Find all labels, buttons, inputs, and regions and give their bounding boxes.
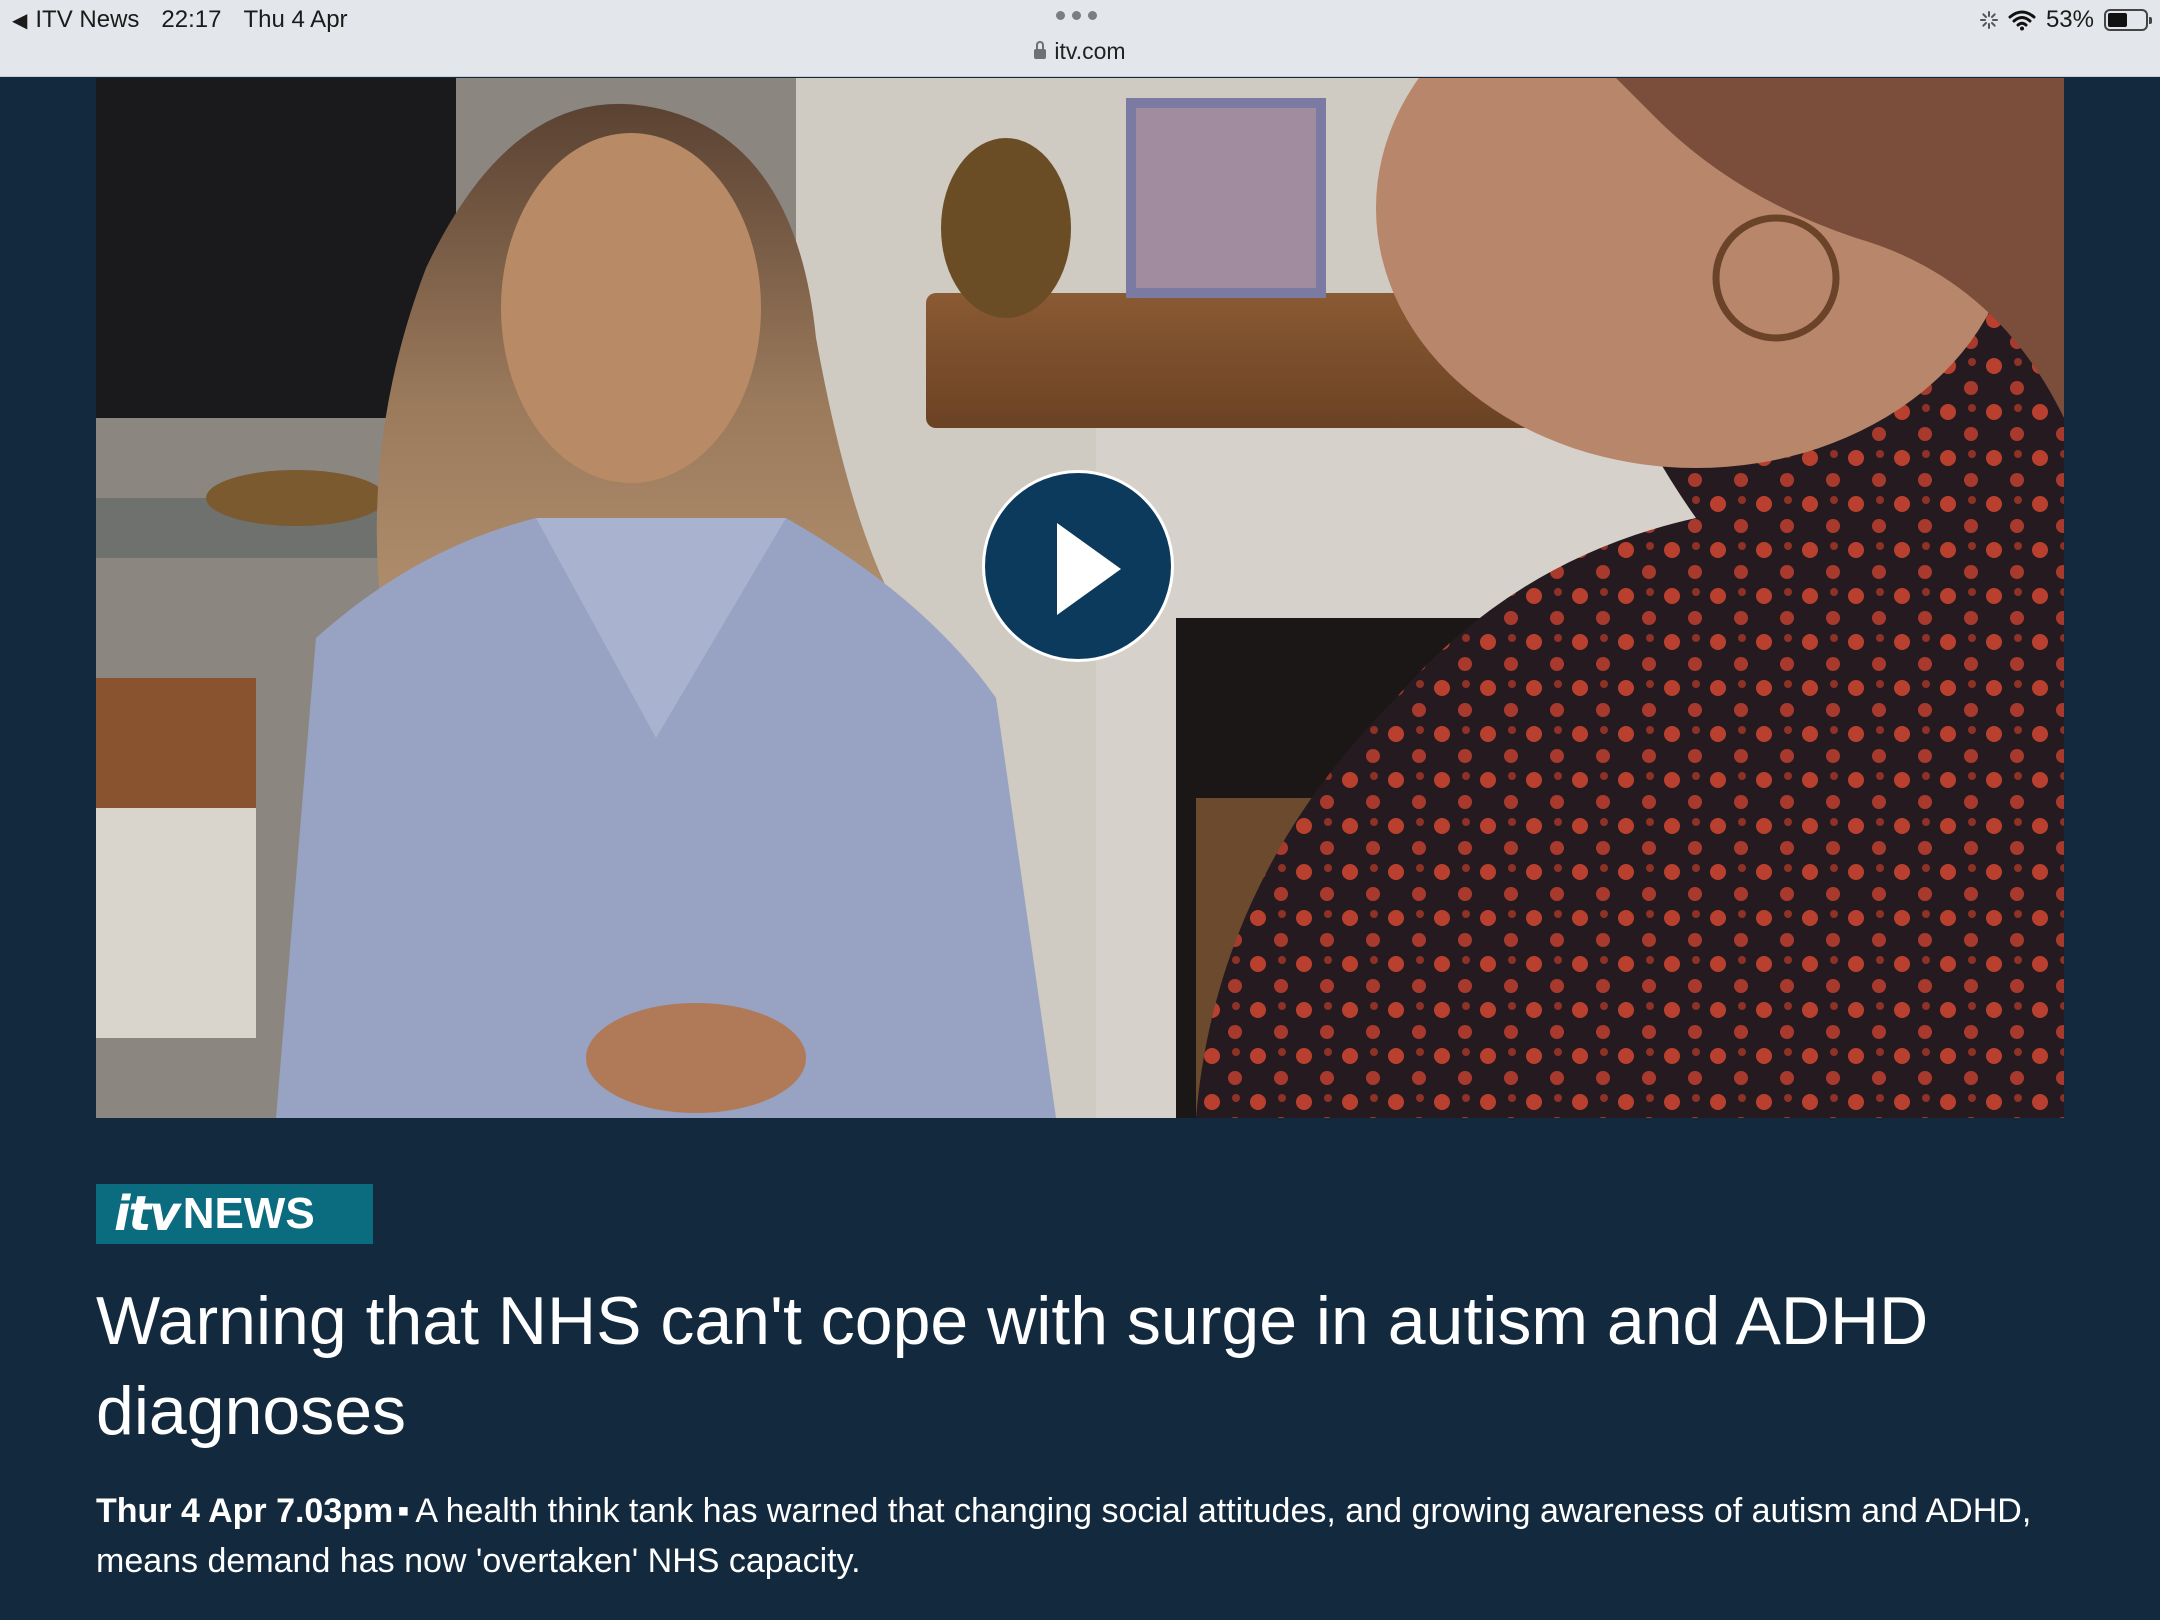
article-headline: Warning that NHS can't cope with surge i… <box>96 1283 1929 1449</box>
separator: ▪ <box>397 1492 410 1530</box>
back-to-app-label[interactable]: ITV News <box>35 6 139 34</box>
play-button[interactable] <box>982 470 1174 662</box>
logo-itv-text: itv <box>114 1186 181 1242</box>
article-summary: Thur 4 Apr 7.03pm ▪ A health think tank ha… <box>96 1486 2056 1586</box>
video-player[interactable] <box>96 78 2064 1118</box>
status-left: ◀ ITV News 22:17 Thu 4 Apr <box>12 5 348 35</box>
logo-news-text: NEWS <box>182 1189 315 1238</box>
lock-icon <box>1034 41 1047 59</box>
status-date: Thu 4 Apr <box>243 6 348 33</box>
battery-percent: 53% <box>2045 6 2094 33</box>
status-right: 53% <box>1979 5 2152 35</box>
activity-spinner-icon <box>1979 11 1998 29</box>
publish-date: Thur 4 Apr 7.03pm <box>96 1492 394 1530</box>
battery-icon <box>2104 9 2152 31</box>
status-bar: ◀ ITV News 22:17 Thu 4 Apr itv.com 53% <box>0 0 2160 77</box>
play-icon <box>1057 523 1121 615</box>
status-time: 22:17 <box>161 6 222 33</box>
url-text: itv.com <box>1054 38 1126 64</box>
wifi-icon <box>2008 10 2036 31</box>
multitasking-dots-icon[interactable] <box>1056 11 1097 20</box>
address-bar[interactable]: itv.com <box>0 38 2160 65</box>
itv-news-logo[interactable]: itv NEWS <box>96 1184 373 1244</box>
back-to-app-icon[interactable]: ◀ <box>12 8 27 33</box>
